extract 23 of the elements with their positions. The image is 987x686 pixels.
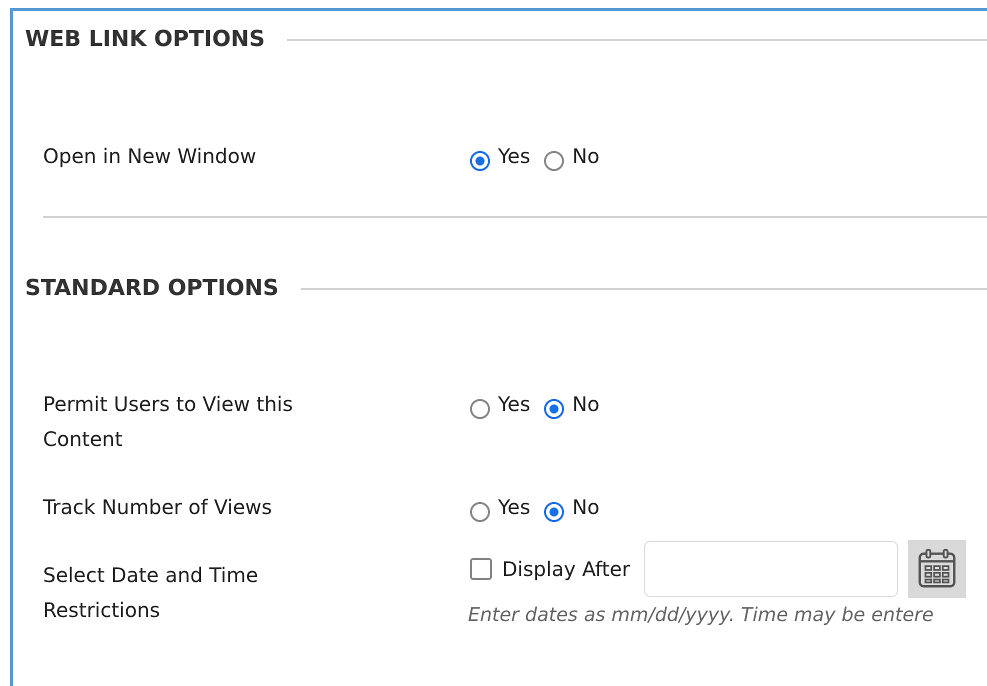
field-label: Select Date and Time Restrictions — [43, 562, 260, 624]
radio-label[interactable]: No — [572, 387, 600, 422]
radio-label[interactable]: Yes — [498, 139, 530, 174]
radio-button[interactable] — [470, 502, 490, 522]
section-heading: STANDARD OPTIONS — [25, 276, 279, 301]
field-label: Track Number of Views — [43, 494, 273, 521]
calendar-button[interactable] — [908, 540, 966, 598]
radio-button[interactable] — [544, 398, 564, 418]
radio-button[interactable] — [544, 150, 564, 170]
checkbox[interactable] — [470, 558, 492, 580]
hint-text: Enter dates as mm/dd/yyyy. Time may be entere — [468, 604, 935, 626]
radio-button[interactable] — [470, 150, 490, 170]
radio-label[interactable]: No — [572, 139, 600, 174]
radio-label[interactable]: Yes — [498, 490, 530, 525]
radio-label[interactable]: No — [572, 490, 600, 525]
field-label: Permit Users to View this Content — [43, 391, 294, 453]
field-label: Open in New Window — [43, 143, 258, 170]
radio-button[interactable] — [544, 502, 564, 522]
radio-label[interactable]: Yes — [498, 387, 530, 422]
radio-button[interactable] — [470, 398, 490, 418]
date-field[interactable] — [644, 541, 898, 597]
checkbox-label[interactable]: Display After — [502, 552, 630, 586]
section-heading: WEB LINK OPTIONS — [25, 27, 266, 52]
